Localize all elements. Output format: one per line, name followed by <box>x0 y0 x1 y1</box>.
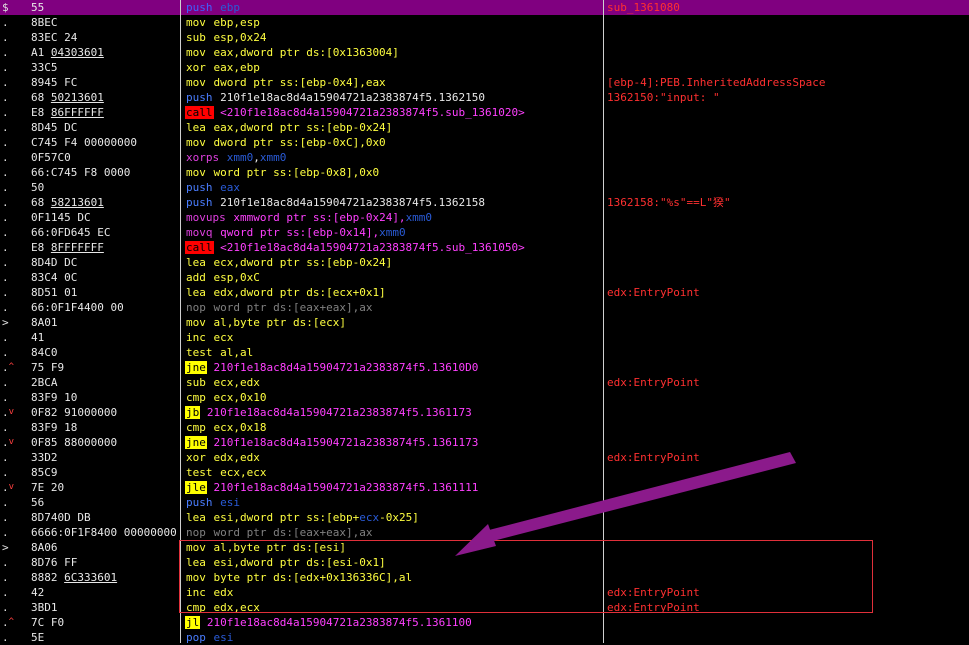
arrow-shaft <box>489 452 796 541</box>
disassembly-view[interactable]: $55 push ebp sub_1361080. 8BEC mov ebp,esp. 8… <box>0 0 969 644</box>
annotation-arrow <box>455 452 796 556</box>
arrow-head <box>455 524 496 556</box>
